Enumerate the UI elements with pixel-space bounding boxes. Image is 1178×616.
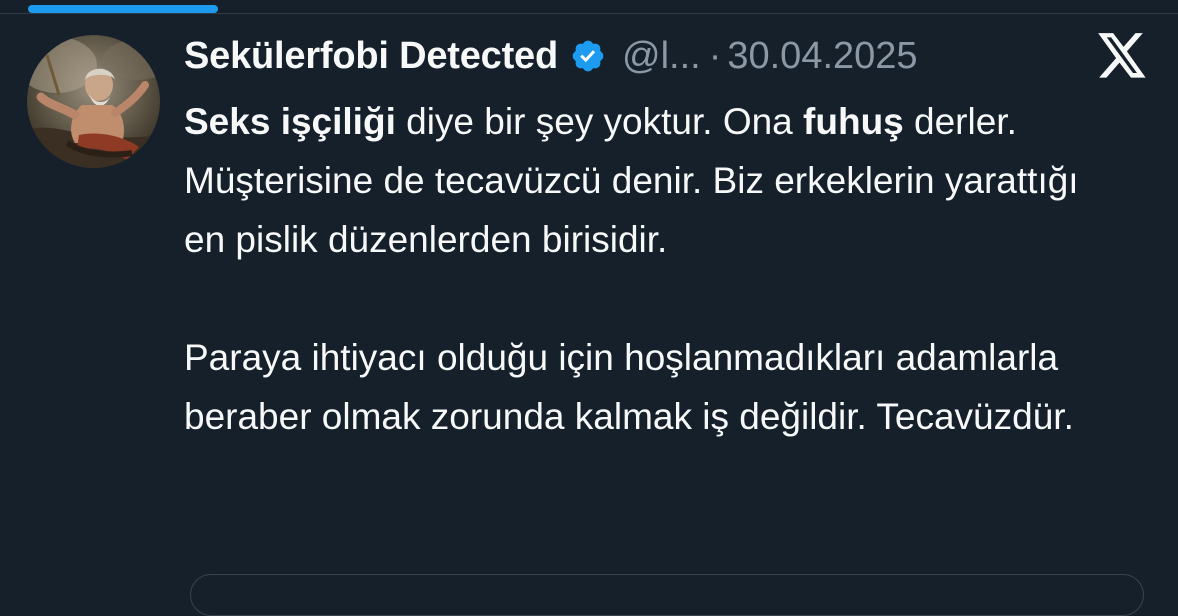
bold-phrase: Seks işçiliği xyxy=(184,101,396,142)
author-display-name[interactable]: Sekülerfobi Detected xyxy=(184,35,558,78)
tweet-text: Seks işçiliği diye bir şey yoktur. Ona f… xyxy=(184,92,1084,446)
active-tab-indicator xyxy=(28,5,218,13)
verified-badge-icon xyxy=(572,40,604,72)
avatar[interactable] xyxy=(27,35,160,168)
tweet-paragraph-1: Seks işçiliği diye bir şey yoktur. Ona f… xyxy=(184,92,1084,269)
separator-dot: · xyxy=(708,34,722,77)
text-segment: diye bir şey yoktur. Ona xyxy=(395,101,804,142)
x-logo-icon[interactable] xyxy=(1096,33,1148,81)
bottom-card-edge xyxy=(190,574,1144,616)
author-handle[interactable]: @l... xyxy=(622,35,701,78)
tweet-date[interactable]: 30.04.2025 xyxy=(727,35,917,78)
top-divider xyxy=(0,13,1178,14)
avatar-painting-image xyxy=(27,35,160,168)
tweet-header: Sekülerfobi Detected @l... · 30.04.2025 xyxy=(184,30,918,82)
tweet-paragraph-2: Paraya ihtiyacı olduğu için hoşlanmadıkl… xyxy=(184,337,1074,437)
bold-phrase: fuhuş xyxy=(803,101,904,142)
